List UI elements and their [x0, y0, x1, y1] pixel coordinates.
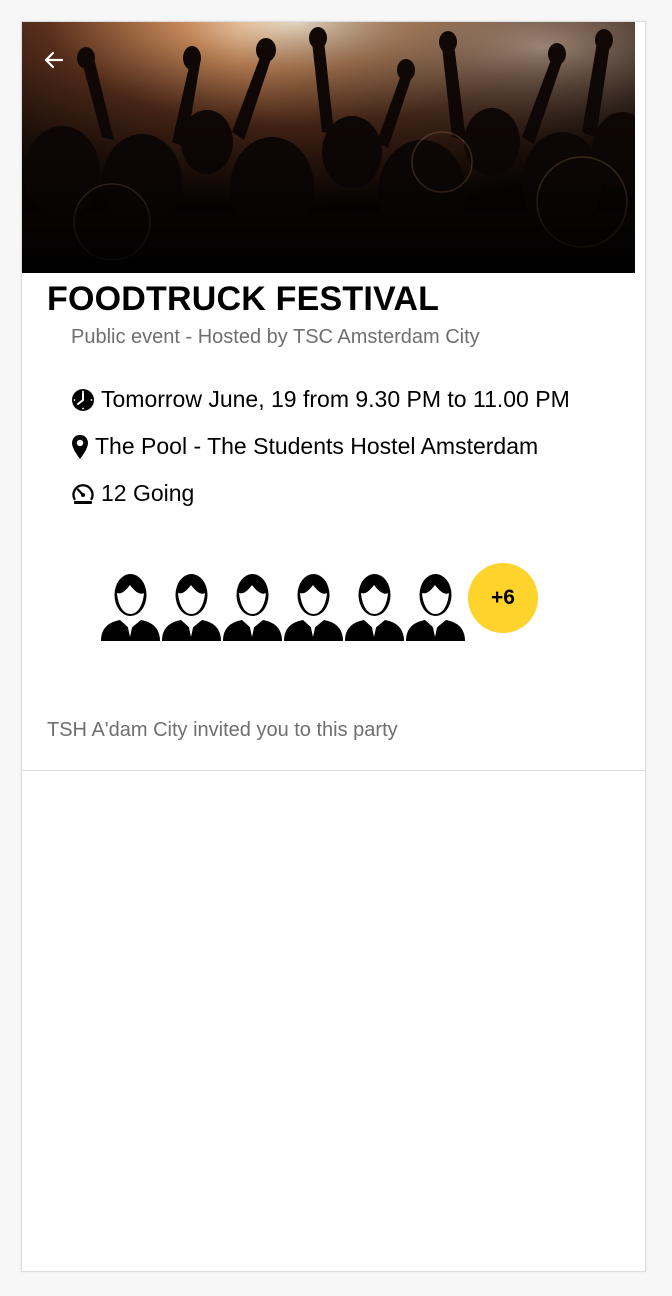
- clock-icon: [71, 387, 95, 413]
- concert-crowd-image: [22, 22, 635, 273]
- person-icon: [284, 573, 343, 641]
- person-icon: [101, 573, 160, 641]
- gauge-icon: [71, 481, 95, 507]
- divider: [22, 770, 645, 771]
- event-going-row[interactable]: 12 Going: [71, 480, 194, 507]
- invitation-text: TSH A'dam City invited you to this party: [47, 719, 398, 741]
- event-location-row[interactable]: The Pool - The Students Hostel Amsterdam: [71, 433, 538, 460]
- arrow-left-icon: [44, 51, 64, 69]
- event-host-subtitle: Public event - Hosted by TSC Amsterdam C…: [71, 326, 480, 348]
- event-card: FOODTRUCK FESTIVAL Public event - Hosted…: [21, 21, 646, 1272]
- event-location-text: The Pool - The Students Hostel Amsterdam: [95, 433, 539, 459]
- more-attendees-badge[interactable]: +6: [468, 563, 538, 633]
- back-button[interactable]: [40, 46, 68, 74]
- map-pin-icon: [71, 434, 89, 460]
- person-icon: [162, 573, 221, 641]
- person-icon: [406, 573, 465, 641]
- event-time-text: Tomorrow June, 19 from 9.30 PM to 11.00 …: [101, 386, 570, 412]
- event-time-row: Tomorrow June, 19 from 9.30 PM to 11.00 …: [71, 386, 570, 413]
- event-going-text: 12 Going: [101, 480, 195, 506]
- person-icon: [345, 573, 404, 641]
- hero-image: [22, 22, 635, 273]
- person-icon: [223, 573, 282, 641]
- attendee-avatars[interactable]: +6: [100, 563, 538, 642]
- event-title: FOODTRUCK FESTIVAL: [47, 280, 440, 318]
